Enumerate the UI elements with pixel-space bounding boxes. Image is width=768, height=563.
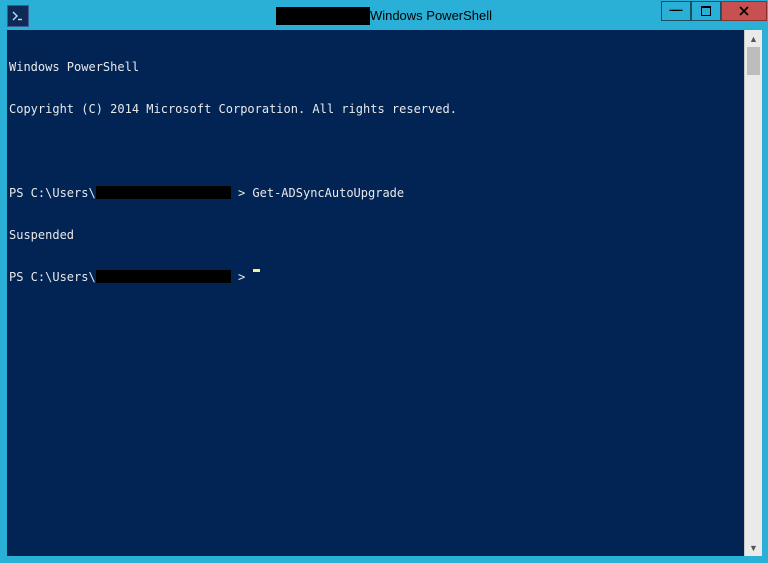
- banner-line: Windows PowerShell: [9, 60, 139, 74]
- entered-command: Get-ADSyncAutoUpgrade: [252, 186, 404, 200]
- scroll-track[interactable]: [745, 47, 762, 539]
- prompt-gt: >: [238, 270, 245, 284]
- titlebar[interactable]: Windows PowerShell —: [1, 1, 767, 30]
- close-icon: [739, 6, 749, 16]
- close-button[interactable]: [721, 1, 767, 21]
- window-controls: —: [661, 1, 767, 21]
- banner-line: Copyright (C) 2014 Microsoft Corporation…: [9, 102, 457, 116]
- vertical-scrollbar[interactable]: ▲ ▼: [744, 30, 761, 556]
- powershell-window: Windows PowerShell — Windows PowerShe: [0, 0, 768, 563]
- scroll-thumb[interactable]: [747, 47, 760, 75]
- minimize-button[interactable]: —: [661, 1, 691, 21]
- user-redaction: [96, 186, 231, 199]
- scroll-up-button[interactable]: ▲: [745, 30, 762, 47]
- command-output: Suspended: [9, 228, 74, 242]
- prompt-prefix: PS C:\Users\: [9, 270, 96, 284]
- prompt-gt: [231, 186, 238, 200]
- user-redaction: [96, 270, 231, 283]
- window-title: Windows PowerShell: [370, 8, 492, 23]
- maximize-button[interactable]: [691, 1, 721, 21]
- maximize-icon: [701, 6, 711, 16]
- client-area: Windows PowerShell Copyright (C) 2014 Mi…: [7, 30, 761, 556]
- console-output[interactable]: Windows PowerShell Copyright (C) 2014 Mi…: [7, 30, 744, 556]
- cursor: [253, 269, 260, 272]
- chevron-up-icon: ▲: [749, 34, 758, 44]
- scroll-down-button[interactable]: ▼: [745, 539, 762, 556]
- minimize-icon: —: [670, 3, 683, 16]
- chevron-down-icon: ▼: [749, 543, 758, 553]
- powershell-icon[interactable]: [7, 5, 29, 27]
- prompt-line-current: PS C:\Users\ >: [9, 270, 744, 284]
- title-redaction: [276, 7, 370, 25]
- prompt-line: PS C:\Users\ > Get-ADSyncAutoUpgrade: [9, 186, 744, 200]
- prompt-prefix: PS C:\Users\: [9, 186, 96, 200]
